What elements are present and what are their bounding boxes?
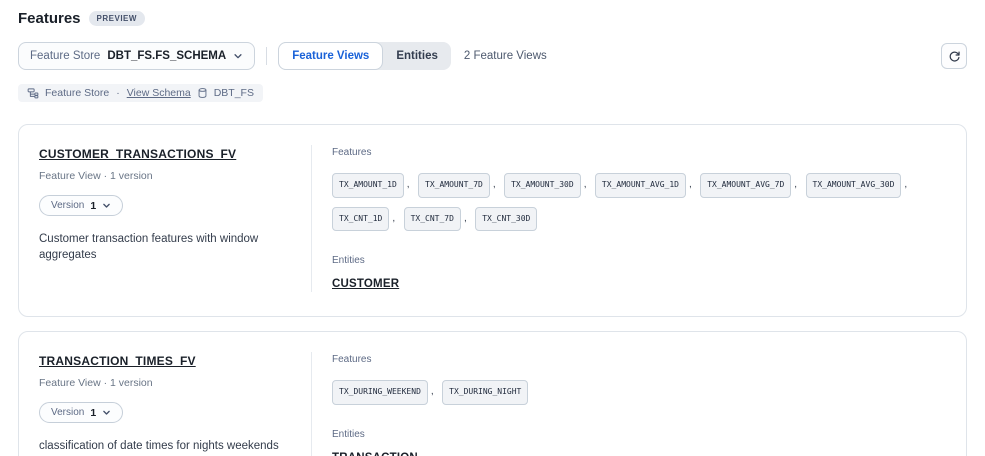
feature-view-link[interactable]: TRANSACTION_TIMES_FV xyxy=(39,354,196,368)
breadcrumb: Feature Store · View Schema DBT_FS xyxy=(18,84,263,102)
entities-section-label: Entities xyxy=(332,255,946,266)
chevron-down-icon xyxy=(102,201,111,210)
chip-separator: , xyxy=(493,179,496,190)
chip-separator: , xyxy=(464,213,467,224)
chip-separator: , xyxy=(392,213,395,224)
feature-chip: TX_AMOUNT_AVG_7D xyxy=(700,173,791,198)
version-selector[interactable]: Version 1 xyxy=(39,402,123,423)
feature-chip: TX_CNT_7D xyxy=(404,207,461,232)
feature-chip-list: TX_DURING_WEEKEND, TX_DURING_NIGHT xyxy=(332,373,932,407)
entities-section-label: Entities xyxy=(332,429,946,440)
store-selector-label: Feature Store xyxy=(30,50,100,62)
entity-link-list: TRANSACTION xyxy=(332,448,946,456)
breadcrumb-store-label: Feature Store xyxy=(45,87,109,99)
feature-view-meta: Feature View · 1 version xyxy=(39,170,311,182)
refresh-button[interactable] xyxy=(941,43,967,69)
chip-separator: , xyxy=(584,179,587,190)
chip-separator: , xyxy=(431,386,434,397)
version-label: Version xyxy=(51,407,84,418)
breadcrumb-database-name: DBT_FS xyxy=(214,87,254,99)
entity-link[interactable]: TRANSACTION xyxy=(332,452,418,456)
features-section-label: Features xyxy=(332,354,946,365)
chip-separator: , xyxy=(794,179,797,190)
feature-chip: TX_AMOUNT_7D xyxy=(418,173,490,198)
feature-chip: TX_DURING_WEEKEND xyxy=(332,380,428,405)
entities-section: Entities CUSTOMER xyxy=(332,255,946,292)
card-detail-column: Features TX_AMOUNT_1D, TX_AMOUNT_7D, TX_… xyxy=(312,145,946,292)
toolbar: Feature Store DBT_FS.FS_SCHEMA Feature V… xyxy=(18,42,967,70)
view-schema-link[interactable]: View Schema xyxy=(127,87,191,99)
feature-store-selector[interactable]: Feature Store DBT_FS.FS_SCHEMA xyxy=(18,42,255,70)
feature-view-meta: Feature View · 1 version xyxy=(39,377,311,389)
feature-chip: TX_AMOUNT_AVG_30D xyxy=(806,173,902,198)
chevron-down-icon xyxy=(102,408,111,417)
version-value: 1 xyxy=(90,200,96,212)
view-tabs: Feature Views Entities xyxy=(278,42,451,70)
store-selector-value: DBT_FS.FS_SCHEMA xyxy=(107,50,226,62)
refresh-icon xyxy=(948,50,961,63)
features-section-label: Features xyxy=(332,147,946,158)
feature-view-link[interactable]: CUSTOMER_TRANSACTIONS_FV xyxy=(39,147,236,161)
tab-entities[interactable]: Entities xyxy=(383,42,451,70)
feature-chip: TX_CNT_1D xyxy=(332,207,389,232)
version-label: Version xyxy=(51,200,84,211)
feature-chip: TX_AMOUNT_AVG_1D xyxy=(595,173,686,198)
entities-section: Entities TRANSACTION xyxy=(332,429,946,456)
feature-view-description: classification of date times for nights … xyxy=(39,438,311,454)
feature-view-description: Customer transaction features with windo… xyxy=(39,231,311,263)
card-summary-column: TRANSACTION_TIMES_FV Feature View · 1 ve… xyxy=(39,352,311,456)
chip-separator: , xyxy=(904,179,907,190)
features-page: Features PREVIEW Feature Store DBT_FS.FS… xyxy=(0,0,985,456)
page-header: Features PREVIEW xyxy=(18,10,967,27)
feature-chip: TX_CNT_30D xyxy=(475,207,537,232)
feature-view-card: CUSTOMER_TRANSACTIONS_FV Feature View · … xyxy=(18,124,967,317)
feature-chip: TX_DURING_NIGHT xyxy=(442,380,528,405)
entity-link[interactable]: CUSTOMER xyxy=(332,278,399,290)
feature-view-card: TRANSACTION_TIMES_FV Feature View · 1 ve… xyxy=(18,331,967,456)
feature-chip: TX_AMOUNT_1D xyxy=(332,173,404,198)
card-summary-column: CUSTOMER_TRANSACTIONS_FV Feature View · … xyxy=(39,145,311,292)
breadcrumb-separator: · xyxy=(116,87,120,99)
entity-link-list: CUSTOMER xyxy=(332,274,946,292)
toolbar-divider xyxy=(266,47,267,65)
chevron-down-icon xyxy=(233,51,243,61)
card-detail-column: Features TX_DURING_WEEKEND, TX_DURING_NI… xyxy=(312,352,946,456)
chip-separator: , xyxy=(407,179,410,190)
preview-badge: PREVIEW xyxy=(89,11,145,26)
version-selector[interactable]: Version 1 xyxy=(39,195,123,216)
version-value: 1 xyxy=(90,407,96,419)
page-title: Features xyxy=(18,10,81,27)
feature-chip: TX_AMOUNT_30D xyxy=(504,173,581,198)
database-icon xyxy=(197,87,208,99)
schema-icon xyxy=(27,87,39,99)
chip-separator: , xyxy=(689,179,692,190)
feature-views-count: 2 Feature Views xyxy=(464,50,547,62)
tab-feature-views[interactable]: Feature Views xyxy=(278,42,383,70)
feature-chip-list: TX_AMOUNT_1D, TX_AMOUNT_7D, TX_AMOUNT_30… xyxy=(332,166,932,233)
